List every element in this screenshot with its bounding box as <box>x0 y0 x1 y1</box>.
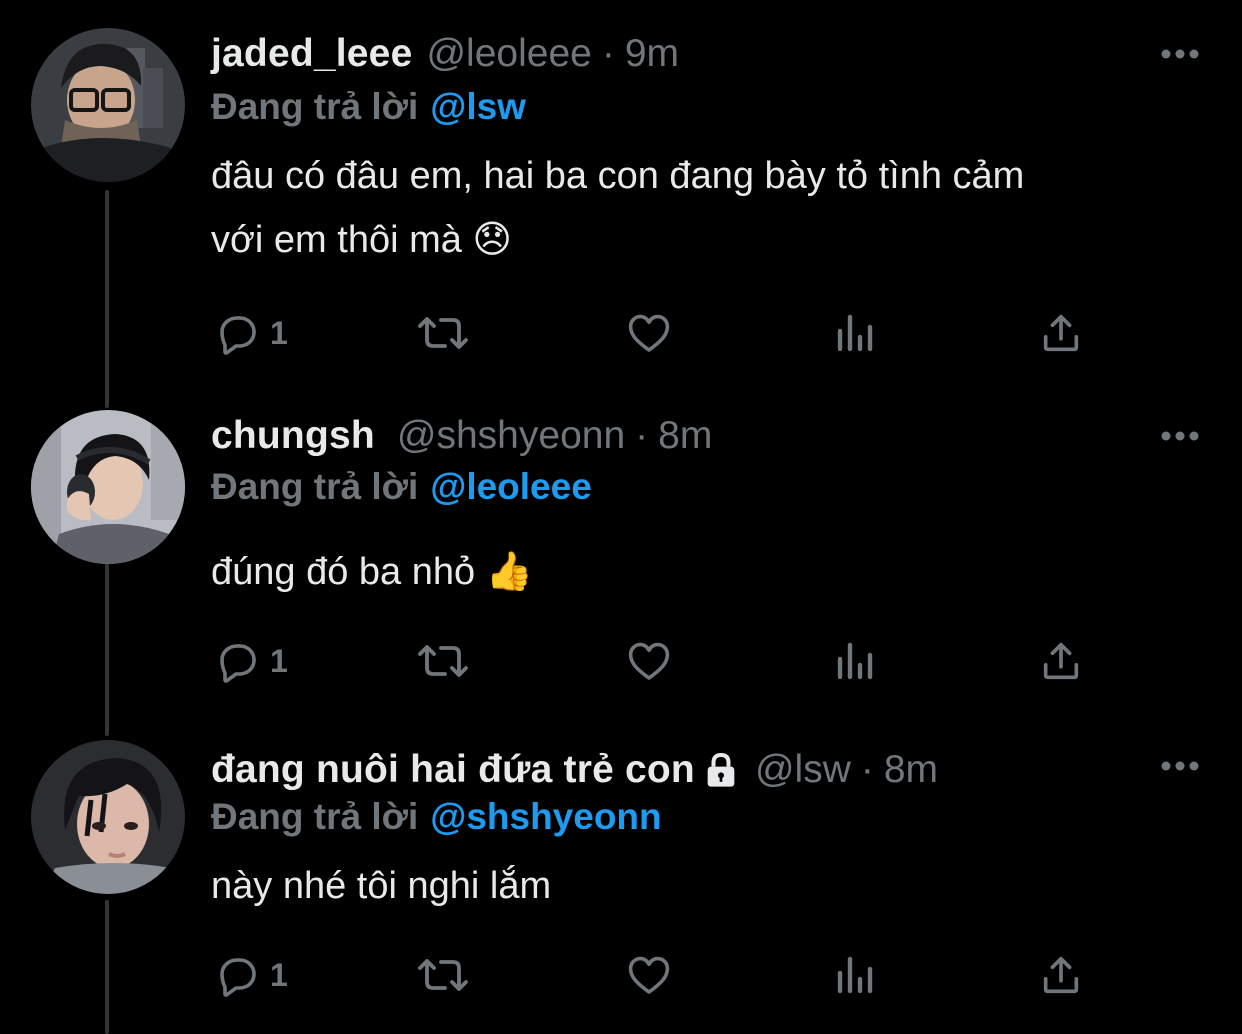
views-icon <box>837 956 873 994</box>
reply-icon <box>220 316 256 355</box>
retweet-button[interactable] <box>414 308 472 358</box>
replying-to: Đang trả lời @leoleee <box>211 466 592 508</box>
tweet-actions: 1 <box>214 950 1094 1000</box>
reply-button[interactable]: 1 <box>214 636 288 686</box>
share-icon <box>1043 642 1079 680</box>
tweet-header: chungsh @shshyeonn · 8m <box>211 414 712 458</box>
share-icon <box>1043 314 1079 352</box>
timestamp[interactable]: 8m <box>658 414 712 458</box>
views-button[interactable] <box>834 636 878 686</box>
heart-icon <box>628 642 670 680</box>
like-button[interactable] <box>624 308 674 358</box>
tweet-text-line: này nhé tôi nghi lắm <box>211 865 552 907</box>
like-button[interactable] <box>624 950 674 1000</box>
more-icon[interactable] <box>1160 428 1200 444</box>
replying-to: Đang trả lời @lsw <box>211 86 526 128</box>
retweet-icon <box>418 317 468 349</box>
retweet-button[interactable] <box>414 950 472 1000</box>
timestamp[interactable]: 9m <box>625 32 679 76</box>
reply-icon <box>220 958 256 997</box>
tweet-actions: 1 <box>214 308 1094 358</box>
replying-to-label: Đang trả lời <box>211 796 419 837</box>
retweet-button[interactable] <box>414 636 472 686</box>
avatar[interactable] <box>31 740 185 894</box>
reply-button[interactable]: 1 <box>214 308 288 358</box>
replying-to: Đang trả lời @shshyeonn <box>211 796 662 838</box>
retweet-icon <box>418 959 468 991</box>
display-name[interactable]: chungsh <box>211 414 375 458</box>
mention-link[interactable]: @leoleee <box>430 466 592 507</box>
reply-count: 1 <box>270 642 288 679</box>
handle[interactable]: @leoleee <box>426 32 591 76</box>
handle[interactable]: @lsw <box>755 748 851 792</box>
more-icon[interactable] <box>1160 758 1200 774</box>
tweet[interactable]: đang nuôi hai đứa trẻ con @lsw · 8m Đang… <box>0 730 1242 1034</box>
retweet-icon <box>418 645 468 677</box>
views-icon <box>837 314 873 352</box>
replying-to-label: Đang trả lời <box>211 86 419 127</box>
tweet-header: đang nuôi hai đứa trẻ con @lsw · 8m <box>211 748 938 792</box>
tweet-text-line: đâu có đâu em, hai ba con đang bày tỏ tì… <box>211 155 1025 197</box>
replying-to-label: Đang trả lời <box>211 466 419 507</box>
more-icon[interactable] <box>1160 46 1200 62</box>
heart-icon <box>628 956 670 994</box>
separator: · <box>635 414 649 457</box>
reply-count: 1 <box>270 956 288 993</box>
display-name[interactable]: jaded_leee <box>211 32 412 76</box>
timestamp[interactable]: 8m <box>884 748 938 792</box>
mention-link[interactable]: @lsw <box>430 86 526 127</box>
reply-icon <box>220 644 256 683</box>
handle[interactable]: @shshyeonn <box>397 414 625 458</box>
heart-icon <box>628 314 670 352</box>
views-button[interactable] <box>834 950 878 1000</box>
views-button[interactable] <box>834 308 878 358</box>
avatar[interactable] <box>31 28 185 182</box>
tweet-text: đâu có đâu em, hai ba con đang bày tỏ tì… <box>211 148 1211 268</box>
tweet-actions: 1 <box>214 636 1094 686</box>
share-icon <box>1043 956 1079 994</box>
display-name[interactable]: đang nuôi hai đứa trẻ con <box>211 748 695 792</box>
tweet-text: đúng đó ba nhỏ 👍 <box>211 544 1211 600</box>
like-button[interactable] <box>624 636 674 686</box>
mention-link[interactable]: @shshyeonn <box>430 796 661 837</box>
tweet-header: jaded_leee @leoleee · 9m <box>211 32 679 76</box>
share-button[interactable] <box>1038 950 1084 1000</box>
separator: · <box>860 748 874 791</box>
lock-icon <box>707 752 735 787</box>
separator: · <box>601 32 615 75</box>
tweet-text-line: đúng đó ba nhỏ 👍 <box>211 551 534 593</box>
reply-count: 1 <box>270 314 288 351</box>
reply-button[interactable]: 1 <box>214 950 288 1000</box>
tweet-text-line: với em thôi mà 😞 <box>211 219 513 261</box>
views-icon <box>837 642 873 680</box>
share-button[interactable] <box>1038 308 1084 358</box>
tweet[interactable]: chungsh @shshyeonn · 8m Đang trả lời @leo… <box>0 400 1242 730</box>
share-button[interactable] <box>1038 636 1084 686</box>
tweet[interactable]: jaded_leee @leoleee · 9m Đang trả lời @ls… <box>0 0 1242 400</box>
tweet-text: này nhé tôi nghi lắm <box>211 858 1211 914</box>
avatar[interactable] <box>31 410 185 564</box>
